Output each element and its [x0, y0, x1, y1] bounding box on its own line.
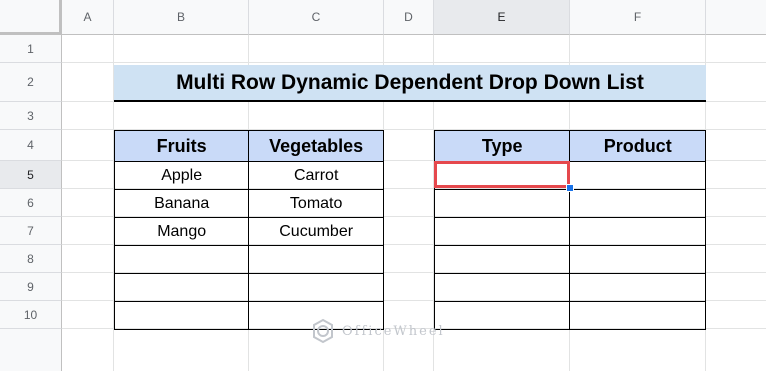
column-header-e[interactable]: E	[434, 0, 570, 35]
spreadsheet-grid: A B C D E F 1 2 3 4 5 6 7 8 9 10 Multi R…	[0, 0, 766, 371]
target-header-type[interactable]: Type	[433, 130, 571, 162]
row-header-4[interactable]: 4	[0, 130, 62, 161]
source-cell[interactable]	[113, 273, 250, 302]
type-dropdown-cell[interactable]	[433, 245, 571, 274]
product-dropdown-cell[interactable]	[569, 273, 706, 302]
product-dropdown-cell[interactable]	[569, 217, 706, 246]
source-cell[interactable]: Banana	[113, 189, 250, 218]
row-header-1[interactable]: 1	[0, 35, 62, 63]
source-table: Fruits Vegetables Apple Carrot Banana To…	[113, 130, 384, 330]
column-header-d[interactable]: D	[384, 0, 434, 35]
watermark-text: OfficeWheel	[342, 323, 445, 339]
product-dropdown-cell[interactable]	[569, 161, 706, 190]
active-cell-selection[interactable]	[434, 161, 570, 188]
source-header-fruits[interactable]: Fruits	[113, 130, 250, 162]
source-cell[interactable]: Apple	[113, 161, 250, 190]
row-header-9[interactable]: 9	[0, 273, 62, 301]
row-header-empty	[0, 329, 62, 371]
target-table: Type Product	[433, 130, 706, 330]
source-cell[interactable]	[113, 245, 250, 274]
row-header-5[interactable]: 5	[0, 161, 62, 189]
product-dropdown-cell[interactable]	[569, 189, 706, 218]
source-cell[interactable]	[113, 301, 250, 330]
type-dropdown-cell[interactable]	[433, 301, 571, 330]
target-header-product[interactable]: Product	[569, 130, 706, 162]
source-cell[interactable]: Carrot	[248, 161, 384, 190]
type-dropdown-cell[interactable]	[433, 189, 571, 218]
source-cell[interactable]: Tomato	[248, 189, 384, 218]
source-header-vegetables[interactable]: Vegetables	[248, 130, 384, 162]
source-cell[interactable]	[248, 273, 384, 302]
row-header-6[interactable]: 6	[0, 189, 62, 217]
column-header-overflow	[706, 0, 766, 35]
select-all-corner[interactable]	[0, 0, 62, 35]
officewheel-logo-icon	[310, 318, 336, 344]
type-dropdown-cell[interactable]	[433, 217, 571, 246]
product-dropdown-cell[interactable]	[569, 245, 706, 274]
row-header-7[interactable]: 7	[0, 217, 62, 245]
type-dropdown-cell[interactable]	[433, 273, 571, 302]
source-cell[interactable]: Mango	[113, 217, 250, 246]
product-dropdown-cell[interactable]	[569, 301, 706, 330]
column-header-c[interactable]: C	[249, 0, 384, 35]
gridline	[62, 62, 766, 63]
row-header-10[interactable]: 10	[0, 301, 62, 329]
source-cell[interactable]	[248, 245, 384, 274]
fill-handle[interactable]	[566, 184, 574, 192]
source-cell[interactable]: Cucumber	[248, 217, 384, 246]
column-header-f[interactable]: F	[570, 0, 706, 35]
column-header-b[interactable]: B	[114, 0, 249, 35]
row-header-8[interactable]: 8	[0, 245, 62, 273]
column-header-a[interactable]: A	[62, 0, 114, 35]
row-header-2[interactable]: 2	[0, 63, 62, 102]
watermark: OfficeWheel	[310, 318, 445, 344]
row-header-3[interactable]: 3	[0, 102, 62, 130]
sheet-title[interactable]: Multi Row Dynamic Dependent Drop Down Li…	[114, 65, 706, 102]
